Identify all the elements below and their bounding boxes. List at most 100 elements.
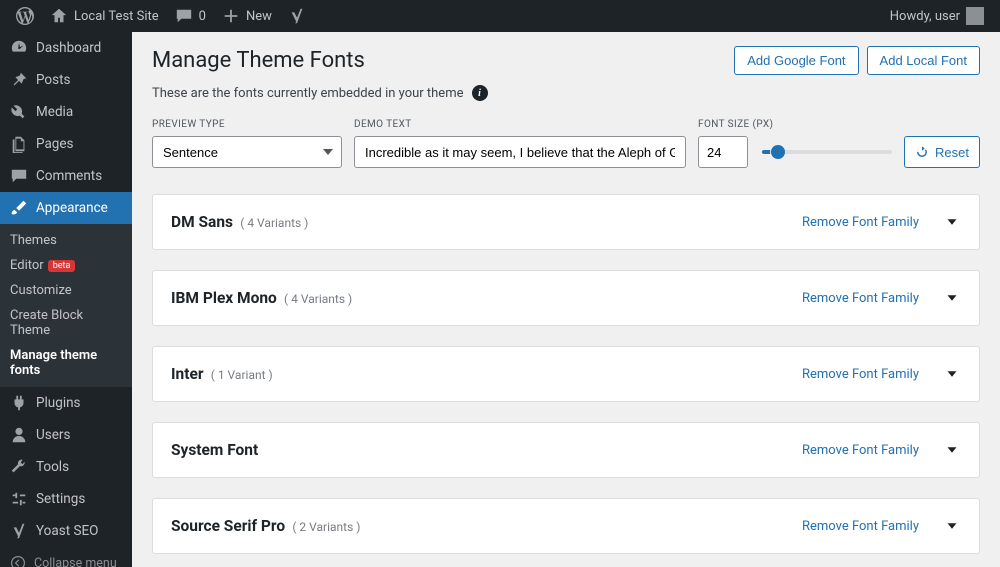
sidebar-item-label: Tools [36,459,69,475]
reset-button[interactable]: Reset [904,136,980,168]
account-link[interactable]: Howdy, user [882,0,992,32]
font-card: System Font Remove Font Family [152,422,980,478]
font-size-slider[interactable] [762,150,892,154]
comment-icon [10,167,28,185]
sidebar-item-users[interactable]: Users [0,419,132,451]
font-name: Source Serif Pro [171,517,285,535]
main-content: Manage Theme Fonts Add Google Font Add L… [132,32,1000,567]
brush-icon [10,199,28,217]
collapse-icon [10,555,26,567]
sidebar-item-posts[interactable]: Posts [0,64,132,96]
demo-text-control: DEMO TEXT [354,119,686,168]
font-name: IBM Plex Mono [171,289,277,307]
font-variants: ( 4 Variants ) [240,216,308,230]
media-icon [10,103,28,121]
sidebar-item-plugins[interactable]: Plugins [0,387,132,419]
wrench-icon [10,458,28,476]
yoast-icon [10,522,28,540]
collapse-menu[interactable]: Collapse menu [0,547,132,567]
beta-badge: beta [48,260,76,272]
site-home[interactable]: Local Test Site [42,0,167,32]
font-card: Source Serif Pro ( 2 Variants ) Remove F… [152,498,980,554]
demo-text-input[interactable] [354,136,686,168]
appearance-submenu: Themes Editorbeta Customize Create Block… [0,224,132,387]
font-actions: Remove Font Family [802,441,961,459]
sidebar-item-label: Dashboard [36,40,101,56]
font-card: IBM Plex Mono ( 4 Variants ) Remove Font… [152,270,980,326]
reset-control: Reset [904,119,980,168]
submenu-themes[interactable]: Themes [0,228,132,253]
sidebar-item-label: Media [36,104,73,120]
yoast-bar-icon[interactable] [280,0,314,32]
new-content[interactable]: New [214,0,280,32]
sidebar-item-settings[interactable]: Settings [0,483,132,515]
subtitle-text: These are the fonts currently embedded i… [152,86,464,101]
font-actions: Remove Font Family [802,517,961,535]
chevron-down-icon [943,441,961,459]
demo-text-label: DEMO TEXT [354,119,686,130]
info-icon[interactable]: i [472,85,488,101]
sidebar-item-label: Appearance [36,200,108,216]
sidebar-item-comments[interactable]: Comments [0,160,132,192]
add-google-font-button[interactable]: Add Google Font [734,46,858,75]
font-card: Inter ( 1 Variant ) Remove Font Family [152,346,980,402]
yoast-icon [288,7,306,25]
font-actions: Remove Font Family [802,213,961,231]
controls-row: PREVIEW TYPE Sentence DEMO TEXT FONT SIZ… [152,119,980,168]
expand-toggle[interactable] [943,213,961,231]
remove-font-link[interactable]: Remove Font Family [802,443,919,458]
add-local-font-button[interactable]: Add Local Font [867,46,980,75]
remove-font-link[interactable]: Remove Font Family [802,519,919,534]
sidebar-item-label: Users [36,427,70,443]
chevron-down-icon [943,365,961,383]
fonts-list: DM Sans ( 4 Variants ) Remove Font Famil… [152,194,980,554]
font-name: DM Sans [171,213,233,231]
sidebar-item-yoast[interactable]: Yoast SEO [0,515,132,547]
font-variants: ( 2 Variants ) [292,520,360,534]
new-label: New [246,9,272,24]
remove-font-link[interactable]: Remove Font Family [802,291,919,306]
preview-type-select[interactable]: Sentence [152,136,342,168]
sidebar-item-label: Posts [36,72,70,88]
font-card: DM Sans ( 4 Variants ) Remove Font Famil… [152,194,980,250]
font-size-label: FONT SIZE (PX) [698,119,892,130]
sidebar-item-pages[interactable]: Pages [0,128,132,160]
sidebar-item-appearance[interactable]: Appearance [0,192,132,224]
chevron-down-icon [943,289,961,307]
reset-icon [915,145,929,159]
sidebar-item-dashboard[interactable]: Dashboard [0,32,132,64]
sidebar-item-media[interactable]: Media [0,96,132,128]
page-title: Manage Theme Fonts [152,48,365,73]
remove-font-link[interactable]: Remove Font Family [802,215,919,230]
sidebar-item-label: Plugins [36,395,81,411]
font-size-input[interactable] [698,136,748,168]
expand-toggle[interactable] [943,365,961,383]
adminbar: Local Test Site 0 New Howdy, user [0,0,1000,32]
submenu-manage-theme-fonts[interactable]: Manage theme fonts [0,343,132,383]
howdy-label: Howdy, user [890,9,960,24]
wp-logo[interactable] [8,0,42,32]
sidebar-item-label: Comments [36,168,102,184]
comment-icon [175,7,193,25]
font-actions: Remove Font Family [802,365,961,383]
submenu-editor[interactable]: Editorbeta [0,253,132,278]
submenu-customize[interactable]: Customize [0,278,132,303]
sidebar-item-tools[interactable]: Tools [0,451,132,483]
page-header: Manage Theme Fonts Add Google Font Add L… [152,46,980,75]
font-name: System Font [171,441,258,459]
font-size-control: FONT SIZE (PX) [698,119,892,168]
pages-icon [10,135,28,153]
remove-font-link[interactable]: Remove Font Family [802,367,919,382]
expand-toggle[interactable] [943,517,961,535]
comments-link[interactable]: 0 [167,0,214,32]
sidebar-item-label: Pages [36,136,74,152]
preview-type-control: PREVIEW TYPE Sentence [152,119,342,168]
expand-toggle[interactable] [943,289,961,307]
home-icon [50,7,68,25]
reset-label: Reset [935,145,969,160]
admin-sidebar: Dashboard Posts Media Pages Comments App… [0,32,132,567]
expand-toggle[interactable] [943,441,961,459]
avatar [966,7,984,25]
font-variants: ( 1 Variant ) [211,368,273,382]
submenu-create-block-theme[interactable]: Create Block Theme [0,303,132,343]
